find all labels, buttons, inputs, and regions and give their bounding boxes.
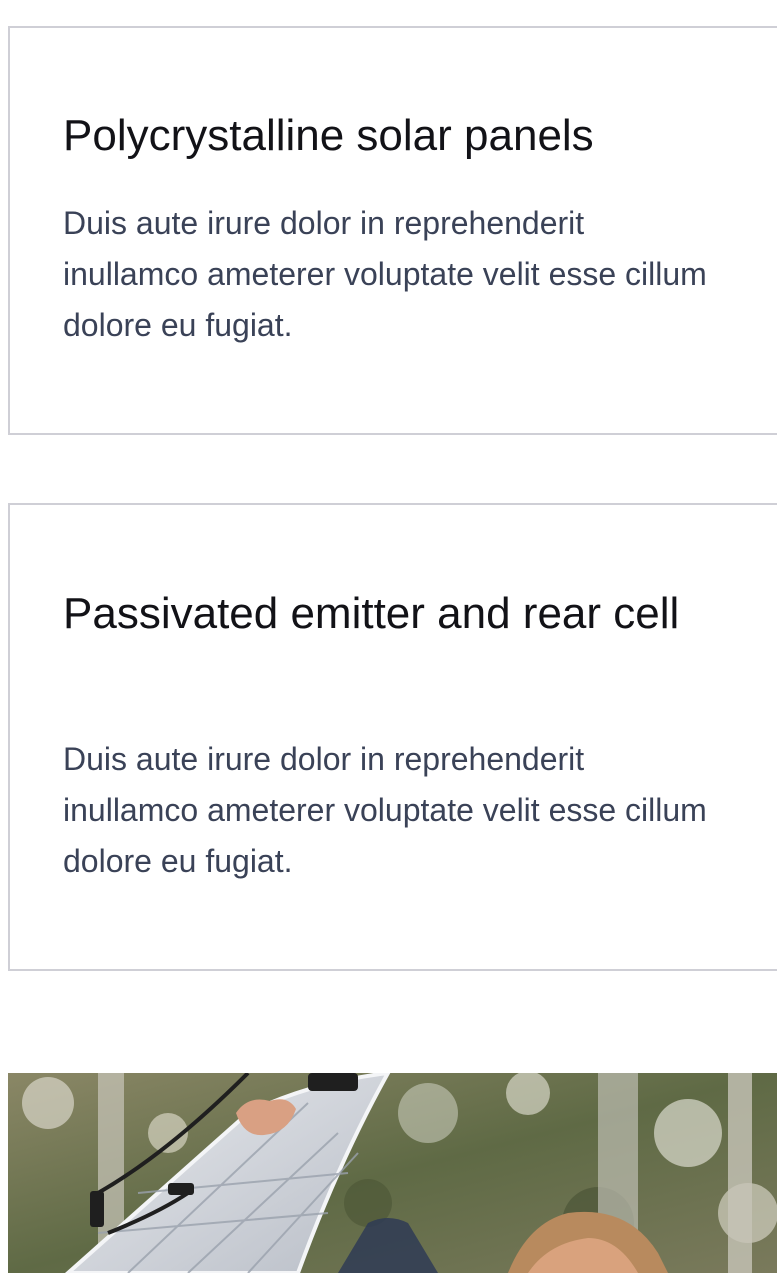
- card-title: Polycrystalline solar panels: [63, 111, 594, 160]
- photo-illustration: [8, 1073, 777, 1273]
- card-description: Duis aute irure dolor in reprehenderit i…: [63, 205, 707, 343]
- feature-card-perc: Passivated emitter and rear cell Duis au…: [8, 503, 777, 971]
- card-description: Duis aute irure dolor in reprehenderit i…: [63, 741, 707, 879]
- feature-card-polycrystalline: Polycrystalline solar panels Duis aute i…: [8, 26, 777, 435]
- card-title: Passivated emitter and rear cell: [63, 589, 680, 638]
- solar-panel-photo: [8, 1073, 777, 1273]
